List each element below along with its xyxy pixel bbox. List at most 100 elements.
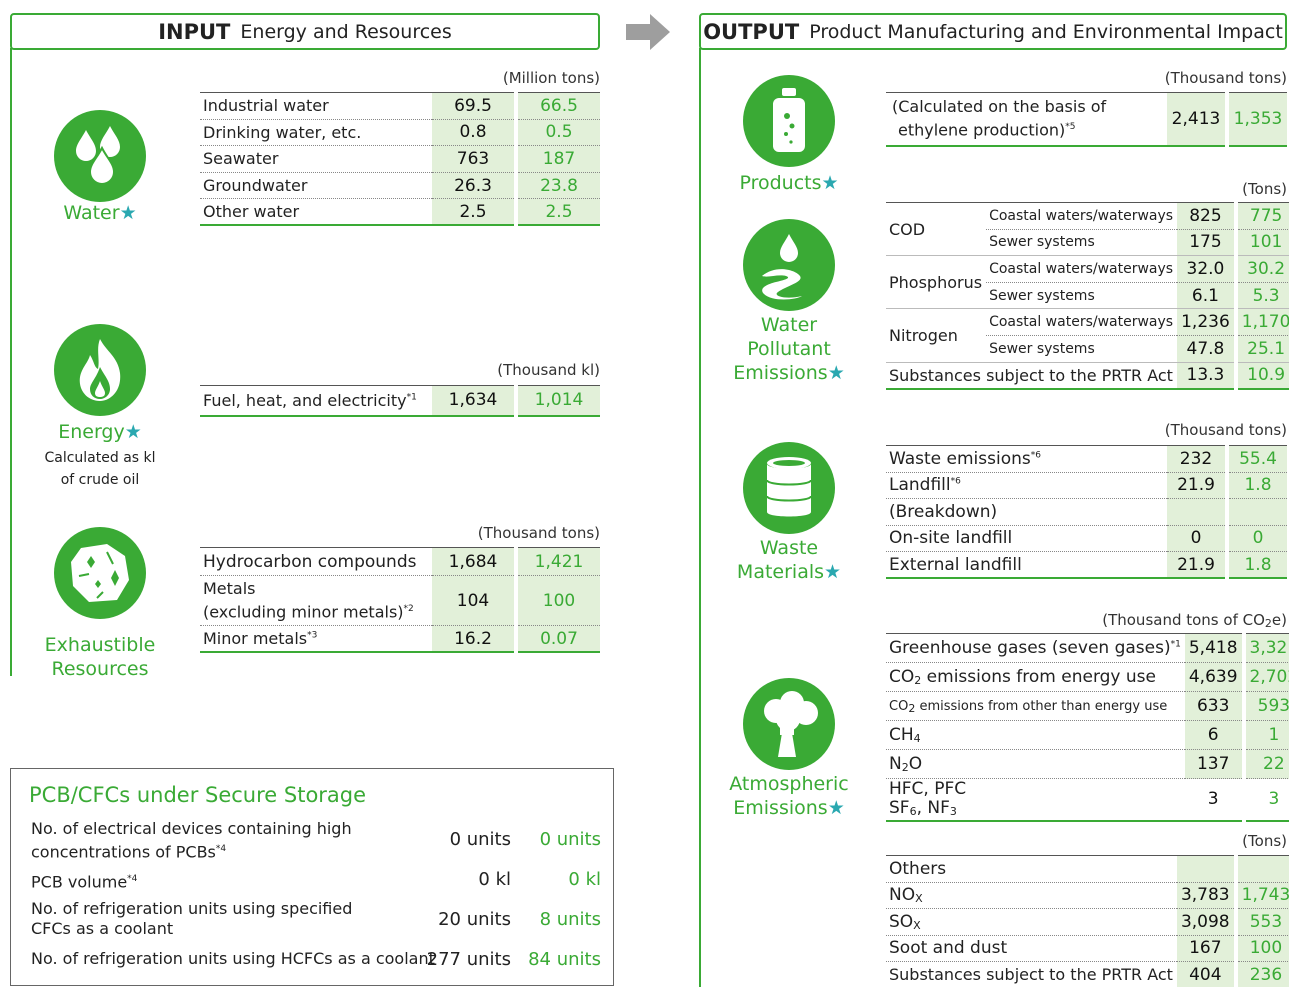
table-row: Other water 2.5 2.5 bbox=[200, 198, 600, 226]
value-curr: 30.2 bbox=[1233, 255, 1289, 283]
value-prev: 404 bbox=[1176, 961, 1236, 987]
value-curr: 100 bbox=[514, 575, 600, 626]
value-prev: 21.9 bbox=[1167, 472, 1227, 499]
value-curr: 1,743 bbox=[1233, 882, 1289, 909]
energy-label: Energy★ bbox=[58, 421, 142, 443]
row-label: Coastal waters/waterways bbox=[986, 308, 1178, 336]
table-row: Landfill*6 21.9 1.8 bbox=[886, 472, 1287, 499]
value-curr bbox=[1233, 855, 1289, 883]
output-border-line bbox=[699, 48, 701, 987]
table-row: Soot and dust 167 100 bbox=[886, 935, 1289, 962]
energy-unit: (Thousand kl) bbox=[497, 361, 600, 379]
row-label: N2O bbox=[886, 749, 1185, 779]
row-label: CO2 emissions from energy use bbox=[886, 662, 1185, 692]
input-title: Energy and Resources bbox=[240, 20, 452, 43]
pcb-value-curr: 0 units bbox=[539, 829, 601, 850]
value-curr: 2.5 bbox=[514, 198, 600, 226]
value-curr: 0.5 bbox=[514, 119, 600, 147]
table-row: Substances subject to the PRTR Act 13.3 10… bbox=[886, 362, 1289, 390]
water-label: Water★ bbox=[63, 202, 137, 224]
pcb-value-prev: 277 units bbox=[426, 949, 511, 970]
pcb-storage-box: PCB/CFCs under Secure Storage No. of ele… bbox=[10, 768, 614, 986]
pcb-row-label: No. of refrigeration units using HCFCs a… bbox=[31, 949, 435, 968]
row-label: Others bbox=[886, 855, 1177, 883]
pcb-row: No. of electrical devices containing hig… bbox=[31, 819, 601, 861]
table-row: Industrial water 69.5 66.5 bbox=[200, 92, 600, 120]
table-row: On-site landfill 0 0 bbox=[886, 525, 1287, 552]
row-label: Drinking water, etc. bbox=[200, 119, 432, 147]
pcb-row-label: No. of electrical devices containing hig… bbox=[31, 819, 352, 862]
value-curr: 3 bbox=[1241, 778, 1289, 821]
table-row: (Breakdown) bbox=[886, 498, 1287, 526]
atmospheric-table: Greenhouse gases (seven gases)*1 5,418 3,3… bbox=[886, 633, 1289, 822]
value-prev: 1,634 bbox=[432, 385, 516, 416]
pcb-value-prev: 20 units bbox=[438, 909, 511, 930]
table-row: Others bbox=[886, 855, 1289, 883]
waste-table: Waste emissions*6 232 55.4 Landfill*6 21.9 1.… bbox=[886, 445, 1287, 579]
waste-unit: (Thousand tons) bbox=[1164, 421, 1287, 439]
table-row: Phosphorus Coastal waters/waterways 32.0 30… bbox=[886, 255, 1289, 310]
row-label: NOX bbox=[886, 882, 1177, 909]
value-prev: 763 bbox=[432, 145, 516, 173]
value-prev: 4,639 bbox=[1184, 662, 1244, 692]
value-prev bbox=[1176, 855, 1236, 883]
output-header: OUTPUT Product Manufacturing and Environ… bbox=[699, 13, 1287, 50]
table-row: Nitrogen Coastal waters/waterways 1,236 1,1… bbox=[886, 308, 1289, 363]
row-label: On-site landfill bbox=[886, 525, 1167, 552]
atmospheric-label: Atmospheric Emissions★ bbox=[729, 773, 849, 819]
value-curr: 593 bbox=[1241, 691, 1289, 721]
table-row: External landfill 21.9 1.8 bbox=[886, 551, 1287, 578]
row-label: Sewer systems bbox=[986, 335, 1178, 363]
pcb-value-prev: 0 units bbox=[449, 829, 511, 850]
value-prev: 6.1 bbox=[1177, 282, 1236, 310]
table-row: Minor metals*3 16.2 0.07 bbox=[200, 625, 600, 652]
row-label: (Calculated on the basis of ethylene pro… bbox=[892, 97, 1107, 140]
row-label: Minor metals*3 bbox=[203, 629, 318, 648]
table-row: CO2 emissions from other than energy use… bbox=[886, 691, 1289, 721]
row-label: HFC, PFC SF6, NF3 bbox=[889, 778, 967, 818]
value-prev: 0.8 bbox=[432, 119, 516, 147]
row-label: Coastal waters/waterways bbox=[986, 202, 1178, 230]
row-label: SOX bbox=[886, 908, 1177, 936]
value-curr: 1,421 bbox=[514, 547, 600, 576]
table-row: Substances subject to the PRTR Act 404 236 bbox=[886, 961, 1289, 987]
table-row: CH4 6 1 bbox=[886, 720, 1289, 750]
value-curr: 10.9 bbox=[1233, 362, 1289, 390]
output-title-bold: OUTPUT bbox=[703, 19, 800, 44]
row-label: Substances subject to the PRTR Act bbox=[889, 965, 1173, 984]
value-curr: 0.07 bbox=[514, 625, 600, 652]
value-curr: 1,014 bbox=[514, 385, 600, 416]
group-label: Nitrogen bbox=[886, 308, 987, 363]
value-curr: 553 bbox=[1233, 908, 1289, 936]
value-prev: 0 bbox=[1167, 525, 1227, 552]
water-unit: (Million tons) bbox=[502, 69, 600, 87]
value-prev: 2,413 bbox=[1167, 92, 1227, 146]
row-label: Groundwater bbox=[200, 172, 432, 200]
row-label: Waste emissions*6 bbox=[886, 445, 1167, 473]
bottle-icon bbox=[743, 75, 835, 167]
pcb-row-label: No. of refrigeration units using specifi… bbox=[31, 899, 353, 938]
table-row: Seawater 763 187 bbox=[200, 145, 600, 173]
row-label: Industrial water bbox=[200, 92, 432, 120]
products-table: (Calculated on the basis of ethylene pro… bbox=[886, 92, 1287, 147]
value-prev: 13.3 bbox=[1177, 362, 1236, 390]
value-prev: 137 bbox=[1184, 749, 1244, 779]
table-row: COD Coastal waters/waterways 825 775 bbox=[886, 202, 1289, 257]
value-prev: 232 bbox=[1167, 445, 1227, 473]
pcb-value-curr: 84 units bbox=[528, 949, 601, 970]
value-curr: 55.4 bbox=[1225, 445, 1287, 473]
group-label: COD bbox=[886, 202, 987, 257]
atmospheric-others-table: Others NOX 3,783 1,743 SOX 3,098 553 Soot and d… bbox=[886, 855, 1289, 987]
value-prev: 3,098 bbox=[1176, 908, 1236, 936]
value-prev: 47.8 bbox=[1177, 335, 1236, 363]
water-drop-stream-icon bbox=[743, 219, 835, 311]
table-row: Hydrocarbon compounds 1,684 1,421 bbox=[200, 547, 600, 576]
value-prev: 633 bbox=[1184, 691, 1244, 721]
table-row: HFC, PFC SF6, NF3 3 3 bbox=[886, 778, 1289, 821]
value-prev: 16.2 bbox=[432, 625, 516, 652]
value-curr: 22 bbox=[1241, 749, 1289, 779]
value-curr: 187 bbox=[514, 145, 600, 173]
value-curr: 1,353 bbox=[1225, 92, 1287, 146]
value-prev: 26.3 bbox=[432, 172, 516, 200]
row-label: Fuel, heat, and electricity*1 bbox=[203, 390, 417, 410]
